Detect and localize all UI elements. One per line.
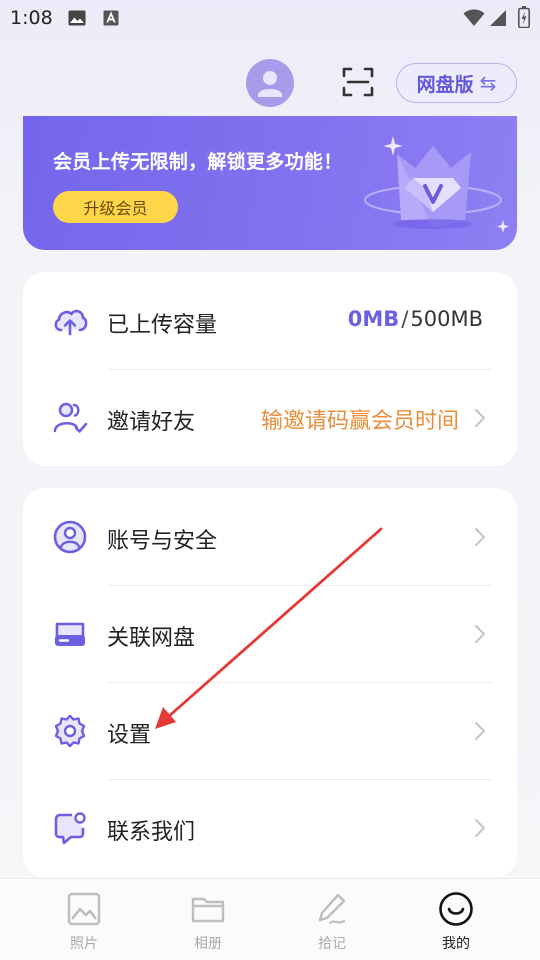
wifi-icon [463,9,485,26]
storage-card: 已上传容量 0MB/500MB 邀请好友 输邀请码赢会员时间 [23,272,517,466]
pen-icon [318,893,346,925]
invite-users-icon [53,402,88,433]
netdisk-label: 网盘版 [416,73,474,96]
tab-label: 相册 [194,936,222,952]
upload-capacity-row[interactable]: 已上传容量 0MB/500MB [23,272,517,369]
menu-item-settings[interactable]: 设置 [23,682,517,779]
capacity-total: 500MB [410,307,483,331]
capacity-value: 0MB/500MB [348,307,483,331]
text-notification-icon [103,10,119,26]
photo-icon [67,892,101,926]
vip-banner[interactable]: 会员上传无限制，解锁更多功能！ 升级会员 [23,116,517,250]
image-notification-icon [68,10,86,26]
user-silhouette-icon [258,71,282,97]
smile-icon [439,892,473,926]
cloud-upload-icon [54,309,88,336]
battery-icon [518,6,530,28]
invite-friends-row[interactable]: 邀请好友 输邀请码赢会员时间 [23,369,517,466]
signal-icon [490,10,506,26]
menu-item-label: 联系我们 [107,820,196,845]
avatar[interactable] [246,59,294,107]
chevron-right-icon [475,722,485,740]
tab-label: 拾记 [318,936,346,952]
menu-item-linked-drive[interactable]: 关联网盘 [23,585,517,682]
capacity-used: 0MB [347,307,400,331]
upload-capacity-label: 已上传容量 [107,313,218,338]
chevron-right-icon [475,528,485,546]
diamond-crown-illustration [364,136,509,233]
upgrade-vip-button[interactable]: 升级会员 [53,191,178,223]
status-bar: 1:08 [0,0,540,40]
tab-albums[interactable]: 相册 [146,879,270,960]
tab-mine[interactable]: 我的 [394,879,518,960]
chevron-right-icon [475,625,485,643]
tab-notes[interactable]: 拾记 [270,879,394,960]
tab-label: 我的 [442,936,470,952]
menu-card: 账号与安全 关联网盘 设置 联系我们 [23,488,517,878]
menu-item-account-security[interactable]: 账号与安全 [23,488,517,585]
menu-item-label: 账号与安全 [107,529,218,554]
bottom-tab-bar: 照片 相册 拾记 我的 [0,878,540,960]
menu-item-label: 关联网盘 [107,626,196,651]
capacity-separator: / [401,307,409,331]
tab-label: 照片 [70,936,98,952]
tab-photos[interactable]: 照片 [22,879,146,960]
scan-icon[interactable] [340,64,376,100]
menu-item-contact-us[interactable]: 联系我们 [23,779,517,876]
status-time: 1:08 [10,7,53,29]
folder-icon [191,897,225,923]
chat-icon [54,812,86,845]
invite-friends-label: 邀请好友 [107,410,196,435]
gear-icon [54,714,86,748]
invite-hint: 输邀请码赢会员时间 [260,409,459,434]
banner-text: 会员上传无限制，解锁更多功能！ [53,151,343,173]
netdisk-switch-button[interactable]: 网盘版 ⇆ [396,63,517,103]
chevron-right-icon [475,409,485,427]
user-circle-icon [53,520,87,554]
swap-icon: ⇆ [479,71,497,95]
chevron-right-icon [475,819,485,837]
drive-icon [55,622,85,646]
menu-item-label: 设置 [107,723,152,748]
